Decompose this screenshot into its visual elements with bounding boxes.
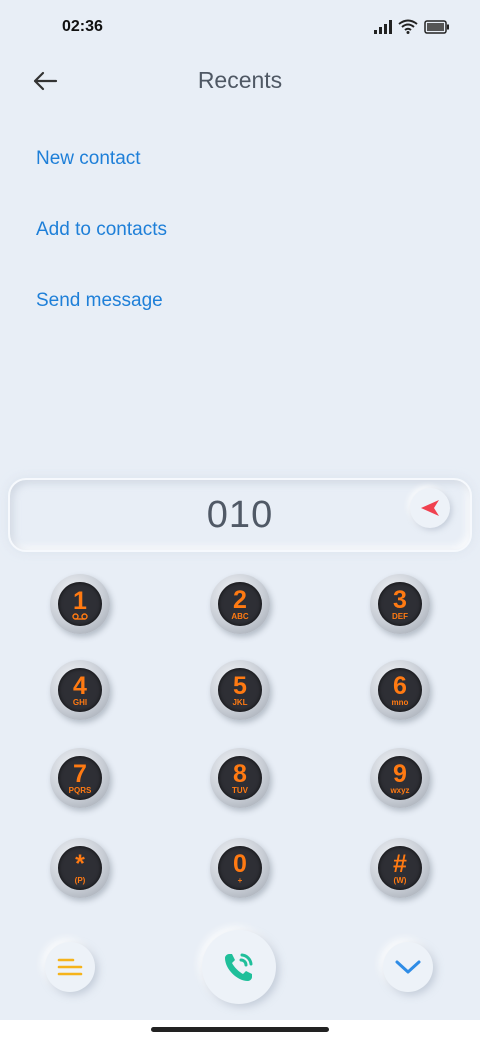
key-9[interactable]: 9 wxyz	[370, 748, 430, 808]
new-contact-link[interactable]: New contact	[36, 148, 141, 170]
key-8[interactable]: 8 TUV	[210, 748, 270, 808]
header: Recents	[0, 56, 480, 106]
menu-icon	[57, 958, 83, 976]
key-0[interactable]: 0 +	[210, 838, 270, 898]
key-7[interactable]: 7 PQRS	[50, 748, 110, 808]
dial-display: 010	[8, 478, 472, 552]
key-6[interactable]: 6 mno	[370, 660, 430, 720]
collapse-keypad-button[interactable]	[383, 942, 433, 992]
chevron-down-icon	[395, 960, 421, 974]
key-2[interactable]: 2 ABC	[210, 574, 270, 634]
backspace-icon	[421, 500, 439, 516]
signal-icon	[374, 19, 392, 39]
battery-icon	[424, 19, 450, 39]
send-message-link[interactable]: Send message	[36, 290, 163, 312]
home-indicator[interactable]	[151, 1027, 329, 1032]
menu-button[interactable]	[45, 942, 95, 992]
add-to-contacts-link[interactable]: Add to contacts	[36, 219, 167, 241]
dialed-number: 010	[206, 494, 274, 536]
key-3[interactable]: 3 DEF	[370, 574, 430, 634]
key-4[interactable]: 4 GHI	[50, 660, 110, 720]
voicemail-icon	[72, 612, 88, 620]
phone-call-icon	[225, 953, 253, 981]
status-time: 02:36	[62, 18, 103, 35]
key-star[interactable]: * (P)	[50, 838, 110, 898]
key-hash[interactable]: # (W)	[370, 838, 430, 898]
backspace-button[interactable]	[410, 488, 450, 528]
call-button[interactable]	[202, 930, 276, 1004]
status-icons	[374, 19, 450, 39]
wifi-icon	[398, 19, 418, 39]
navigation-bar	[0, 1020, 480, 1040]
page-title: Recents	[197, 67, 283, 93]
key-5[interactable]: 5 JKL	[210, 660, 270, 720]
status-bar: 02:36	[0, 0, 480, 56]
key-1[interactable]: 1	[50, 574, 110, 634]
